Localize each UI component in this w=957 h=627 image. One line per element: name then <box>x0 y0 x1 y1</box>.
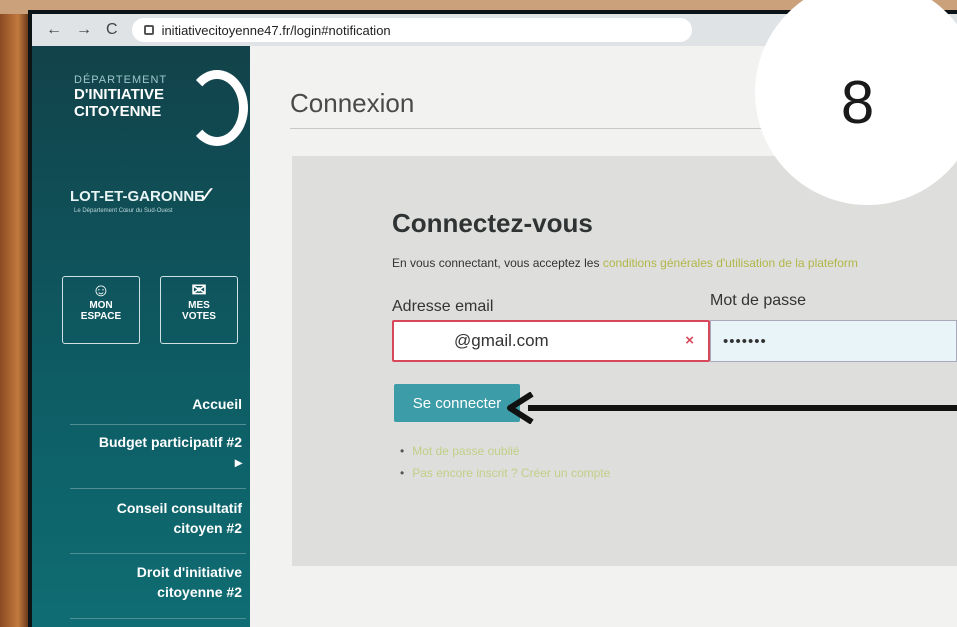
my-space-label-bottom: ESPACE <box>80 311 122 322</box>
pointer-arrow-icon <box>507 392 957 424</box>
terms-notice-text: En vous connectant, vous acceptez les <box>392 256 600 270</box>
password-field[interactable]: ••••••• <box>710 320 957 362</box>
menu-item-label: Budget participatif #2 <box>98 434 242 450</box>
department-logo-icon: ✓ <box>198 182 217 207</box>
site-logo[interactable]: DÉPARTEMENT D'INITIATIVE CITOYENNE <box>74 70 248 146</box>
ballot-box-icon: ✉ <box>191 280 207 300</box>
photo-frame-left <box>0 0 30 627</box>
menu-divider <box>70 488 246 489</box>
page-title: Connexion <box>290 88 415 118</box>
password-label: Mot de passe <box>710 292 807 309</box>
email-label: Adresse email <box>392 298 494 315</box>
menu-item-label-2: citoyen #2 <box>173 520 242 536</box>
menu-item-accueil[interactable]: Accueil <box>70 394 242 414</box>
menu-item-droit-initiative[interactable]: Droit d'initiative citoyenne #2 <box>70 562 242 602</box>
auth-links: Mot de passe oublié Pas encore inscrit ?… <box>412 440 610 484</box>
url-text: initiativecitoyenne47.fr/login#notificat… <box>161 22 391 38</box>
terms-link[interactable]: conditions générales d'utilisation de la… <box>603 256 858 270</box>
clear-icon[interactable]: × <box>685 332 694 349</box>
menu-item-conseil-consultatif[interactable]: Conseil consultatif citoyen #2 <box>70 498 242 538</box>
create-account-link[interactable]: Pas encore inscrit ? Créer un compte <box>412 462 610 484</box>
menu-item-budget-participatif[interactable]: Budget participatif #2 ▸ <box>70 432 242 472</box>
address-bar[interactable]: initiativecitoyenne47.fr/login#notificat… <box>131 18 692 42</box>
menu-divider <box>70 618 246 619</box>
my-votes-label-top: MES <box>188 300 210 311</box>
chevron-right-icon: ▸ <box>234 454 242 470</box>
lock-icon <box>143 25 154 35</box>
sidebar: DÉPARTEMENT D'INITIATIVE CITOYENNE LOT-E… <box>32 46 250 627</box>
forgot-password-link[interactable]: Mot de passe oublié <box>412 440 610 462</box>
reload-icon[interactable]: C <box>106 22 118 38</box>
menu-divider <box>70 553 246 554</box>
menu-item-label: Accueil <box>192 396 242 412</box>
forward-icon[interactable]: → <box>76 22 92 38</box>
email-value: @gmail.com <box>454 331 549 350</box>
my-votes-label-bottom: VOTES <box>182 311 216 322</box>
menu-item-label: Droit d'initiative <box>136 564 242 580</box>
password-value: ••••••• <box>723 332 767 350</box>
user-icon: ☺ <box>91 280 111 300</box>
email-field[interactable]: @gmail.com × <box>392 320 710 362</box>
menu-item-label-2: citoyenne #2 <box>157 584 242 600</box>
my-space-button[interactable]: ☺ MON ESPACE <box>62 276 140 344</box>
login-heading: Connectez-vous <box>392 208 593 238</box>
menu-divider <box>70 424 246 425</box>
my-space-label-top: MON <box>89 300 113 311</box>
my-votes-button[interactable]: ✉ MES VOTES <box>160 276 238 344</box>
department-name: LOT-ET-GARONNE <box>70 188 205 205</box>
step-number: 8 <box>840 69 875 136</box>
back-icon[interactable]: ← <box>46 22 62 38</box>
login-panel: Connectez-vous En vous connectant, vous … <box>292 156 957 566</box>
login-button[interactable]: Se connecter <box>394 384 520 422</box>
logo-arc-icon <box>186 70 248 146</box>
terms-notice: En vous connectant, vous acceptez les co… <box>392 256 858 270</box>
menu-item-label: Conseil consultatif <box>116 500 242 516</box>
department-tagline: Le Département Cœur du Sud-Ouest <box>74 208 173 214</box>
